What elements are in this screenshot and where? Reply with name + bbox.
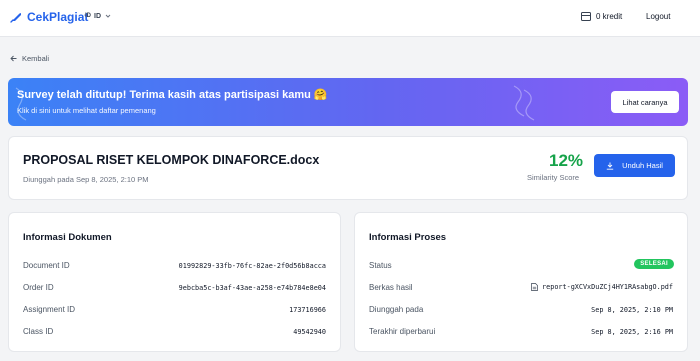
result-file-name: report-gXCVxDuZCj4HY1RAsabgO.pdf	[542, 283, 673, 291]
banner-subtitle[interactable]: Klik di sini untuk melihat daftar pemena…	[17, 106, 156, 115]
document-info-title: Informasi Dokumen	[23, 232, 112, 243]
survey-banner[interactable]: Survey telah ditutup! Terima kasih atas …	[8, 78, 688, 126]
brand-logo[interactable]: CekPlagiat	[9, 10, 88, 24]
language-flag: ID	[85, 13, 91, 19]
similarity-label: Similarity Score	[527, 173, 580, 182]
class-id-value: 49542940	[293, 328, 326, 336]
class-id-label: Class ID	[23, 327, 54, 336]
logout-button[interactable]: Logout	[646, 12, 670, 21]
result-file-label: Berkas hasil	[369, 283, 413, 292]
see-how-button[interactable]: Lihat caranya	[611, 91, 679, 113]
arrow-left-icon	[10, 55, 17, 62]
credit-label: 0 kredit	[596, 12, 623, 21]
back-label: Kembali	[22, 54, 50, 63]
language-code: ID	[94, 12, 101, 20]
uploaded-at-value: Sep 8, 2025, 2:10 PM	[591, 306, 673, 314]
back-link[interactable]: Kembali	[10, 54, 49, 63]
assignment-id-value: 173716966	[289, 306, 326, 314]
download-label: Unduh Hasil	[622, 161, 663, 170]
last-updated-label: Terakhir diperbarui	[369, 327, 436, 336]
document-card: PROPOSAL RISET KELOMPOK DINAFORCE.docx D…	[8, 136, 688, 200]
brand-name: CekPlagiat	[27, 10, 89, 24]
process-info-card: Informasi Proses Status SELESAI Berkas h…	[354, 212, 688, 352]
language-selector[interactable]: ID ID	[85, 12, 112, 20]
process-info-title: Informasi Proses	[369, 232, 447, 243]
quill-icon	[10, 13, 21, 23]
order-id-label: Order ID	[23, 283, 54, 292]
download-icon	[606, 162, 614, 170]
file-icon	[531, 283, 538, 291]
status-badge: SELESAI	[634, 259, 674, 269]
download-result-button[interactable]: Unduh Hasil	[594, 154, 675, 177]
document-id-label: Document ID	[23, 261, 70, 270]
decorative-swirl-center	[513, 85, 535, 121]
document-upload-date: Diunggah pada Sep 8, 2025, 2:10 PM	[23, 175, 149, 184]
assignment-id-label: Assignment ID	[23, 305, 76, 314]
chevron-down-icon	[105, 14, 111, 18]
document-info-card: Informasi Dokumen Document ID 01992829-3…	[8, 212, 341, 352]
result-file-link[interactable]: report-gXCVxDuZCj4HY1RAsabgO.pdf	[531, 283, 673, 291]
document-title: PROPOSAL RISET KELOMPOK DINAFORCE.docx	[23, 153, 320, 167]
document-id-value: 01992829-33fb-76fc-82ae-2f0d56b8acca	[178, 262, 326, 270]
top-header: CekPlagiat ID ID 0 kredit Logout	[0, 0, 700, 37]
last-updated-value: Sep 8, 2025, 2:16 PM	[591, 328, 673, 336]
status-label: Status	[369, 261, 392, 270]
order-id-value: 9ebcba5c-b3af-43ae-a258-e74b784e8e04	[178, 284, 326, 292]
similarity-score: 12%	[549, 151, 584, 170]
uploaded-at-label: Diunggah pada	[369, 305, 424, 314]
credit-card-icon	[581, 12, 591, 21]
banner-title: Survey telah ditutup! Terima kasih atas …	[17, 89, 328, 101]
credit-balance[interactable]: 0 kredit	[581, 12, 622, 21]
